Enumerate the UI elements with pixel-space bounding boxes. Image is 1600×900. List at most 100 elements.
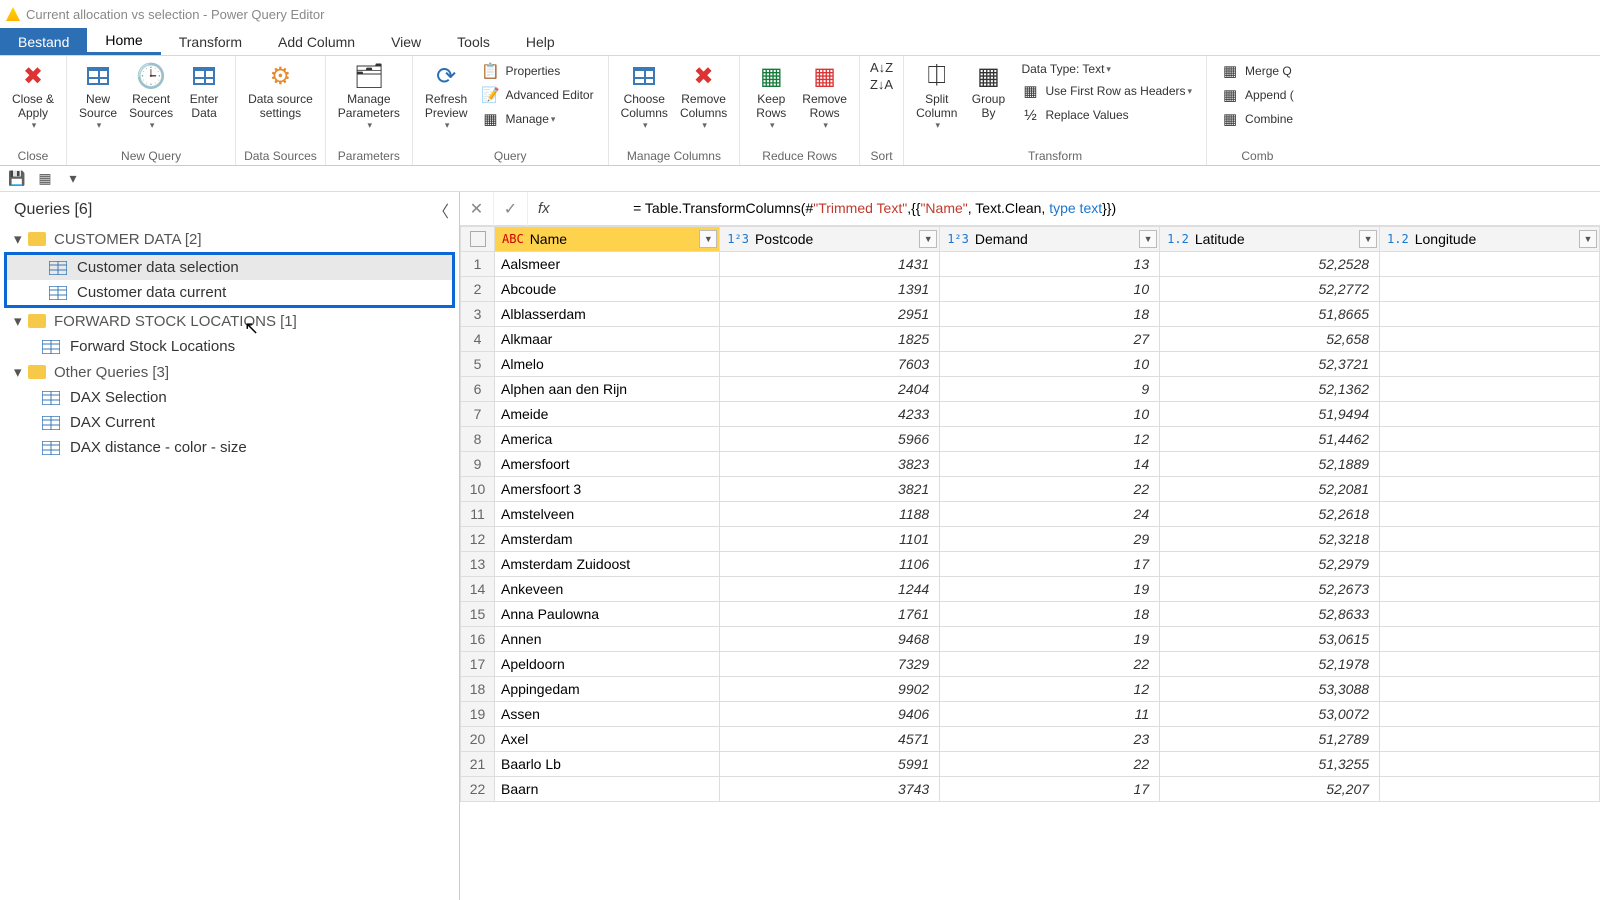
- cell-latitude[interactable]: 52,658: [1160, 327, 1380, 352]
- row-number[interactable]: 21: [461, 752, 495, 777]
- query-group[interactable]: ▾Other Queries [3]: [0, 359, 459, 385]
- row-number[interactable]: 16: [461, 627, 495, 652]
- first-row-headers-button[interactable]: ▦Use First Row as Headers: [1017, 80, 1196, 102]
- table-row[interactable]: 2Abcoude13911052,2772: [461, 277, 1600, 302]
- cell-latitude[interactable]: 52,2618: [1160, 502, 1380, 527]
- cell-demand[interactable]: 13: [940, 252, 1160, 277]
- cell-name[interactable]: Amstelveen: [495, 502, 720, 527]
- cell-longitude[interactable]: [1380, 577, 1600, 602]
- cell-name[interactable]: Almelo: [495, 352, 720, 377]
- cell-longitude[interactable]: [1380, 627, 1600, 652]
- data-type-dropdown[interactable]: Data Type: Text: [1017, 60, 1196, 78]
- cell-longitude[interactable]: [1380, 752, 1600, 777]
- cell-postcode[interactable]: 9406: [720, 702, 940, 727]
- cell-demand[interactable]: 18: [940, 602, 1160, 627]
- row-number[interactable]: 19: [461, 702, 495, 727]
- row-number[interactable]: 9: [461, 452, 495, 477]
- cell-longitude[interactable]: [1380, 727, 1600, 752]
- cell-longitude[interactable]: [1380, 477, 1600, 502]
- row-number[interactable]: 15: [461, 602, 495, 627]
- cell-postcode[interactable]: 4571: [720, 727, 940, 752]
- cell-latitude[interactable]: 51,4462: [1160, 427, 1380, 452]
- cell-demand[interactable]: 12: [940, 427, 1160, 452]
- cell-name[interactable]: Alphen aan den Rijn: [495, 377, 720, 402]
- cell-postcode[interactable]: 1101: [720, 527, 940, 552]
- row-number[interactable]: 17: [461, 652, 495, 677]
- cell-postcode[interactable]: 2951: [720, 302, 940, 327]
- cell-latitude[interactable]: 53,3088: [1160, 677, 1380, 702]
- cell-postcode[interactable]: 9902: [720, 677, 940, 702]
- table-row[interactable]: 16Annen94681953,0615: [461, 627, 1600, 652]
- cell-demand[interactable]: 23: [940, 727, 1160, 752]
- cell-longitude[interactable]: [1380, 527, 1600, 552]
- cell-demand[interactable]: 11: [940, 702, 1160, 727]
- cell-latitude[interactable]: 53,0615: [1160, 627, 1380, 652]
- cell-demand[interactable]: 17: [940, 777, 1160, 802]
- menu-tab-add-column[interactable]: Add Column: [260, 28, 373, 55]
- cell-latitude[interactable]: 52,1889: [1160, 452, 1380, 477]
- table-row[interactable]: 18Appingedam99021253,3088: [461, 677, 1600, 702]
- cell-name[interactable]: Baarn: [495, 777, 720, 802]
- table-row[interactable]: 21Baarlo Lb59912251,3255: [461, 752, 1600, 777]
- row-number[interactable]: 20: [461, 727, 495, 752]
- table-row[interactable]: 17Apeldoorn73292252,1978: [461, 652, 1600, 677]
- filter-icon[interactable]: ▼: [699, 230, 717, 248]
- cell-postcode[interactable]: 1244: [720, 577, 940, 602]
- menu-tab-tools[interactable]: Tools: [439, 28, 508, 55]
- row-number[interactable]: 3: [461, 302, 495, 327]
- data-source-settings-button[interactable]: ⚙ Data source settings: [242, 58, 319, 122]
- cell-demand[interactable]: 10: [940, 352, 1160, 377]
- table-row[interactable]: 10Amersfoort 338212252,2081: [461, 477, 1600, 502]
- cell-latitude[interactable]: 51,8665: [1160, 302, 1380, 327]
- cell-name[interactable]: Alkmaar: [495, 327, 720, 352]
- column-header-demand[interactable]: 1²3Demand▼: [940, 227, 1160, 252]
- query-item[interactable]: DAX Selection: [0, 385, 459, 410]
- cell-longitude[interactable]: [1380, 377, 1600, 402]
- cell-longitude[interactable]: [1380, 552, 1600, 577]
- query-item[interactable]: Customer data current: [7, 280, 452, 305]
- merge-queries-button[interactable]: ▦Merge Q: [1217, 60, 1298, 82]
- table-row[interactable]: 5Almelo76031052,3721: [461, 352, 1600, 377]
- cell-name[interactable]: Aalsmeer: [495, 252, 720, 277]
- cell-postcode[interactable]: 1761: [720, 602, 940, 627]
- cell-longitude[interactable]: [1380, 427, 1600, 452]
- keep-rows-button[interactable]: ▦ Keep Rows: [746, 58, 796, 133]
- table-row[interactable]: 4Alkmaar18252752,658: [461, 327, 1600, 352]
- column-header-latitude[interactable]: 1.2Latitude▼: [1160, 227, 1380, 252]
- table-row[interactable]: 1Aalsmeer14311352,2528: [461, 252, 1600, 277]
- cell-postcode[interactable]: 1391: [720, 277, 940, 302]
- cell-demand[interactable]: 12: [940, 677, 1160, 702]
- table-row[interactable]: 6Alphen aan den Rijn2404952,1362: [461, 377, 1600, 402]
- column-header-longitude[interactable]: 1.2Longitude▼: [1380, 227, 1600, 252]
- row-number[interactable]: 1: [461, 252, 495, 277]
- cell-postcode[interactable]: 7603: [720, 352, 940, 377]
- column-header-name[interactable]: ABCName▼: [495, 227, 720, 252]
- row-number[interactable]: 6: [461, 377, 495, 402]
- table-row[interactable]: 13Amsterdam Zuidoost11061752,2979: [461, 552, 1600, 577]
- sort-asc-button[interactable]: A↓Z: [870, 60, 893, 75]
- cell-longitude[interactable]: [1380, 502, 1600, 527]
- cell-postcode[interactable]: 1106: [720, 552, 940, 577]
- cell-name[interactable]: Appingedam: [495, 677, 720, 702]
- cell-demand[interactable]: 9: [940, 377, 1160, 402]
- cell-postcode[interactable]: 5991: [720, 752, 940, 777]
- cell-longitude[interactable]: [1380, 602, 1600, 627]
- menu-tab-help[interactable]: Help: [508, 28, 573, 55]
- filter-icon[interactable]: ▼: [919, 230, 937, 248]
- table-row[interactable]: 8America59661251,4462: [461, 427, 1600, 452]
- qat-dropdown-icon[interactable]: ▾: [64, 170, 82, 188]
- row-number[interactable]: 5: [461, 352, 495, 377]
- append-queries-button[interactable]: ▦Append (: [1217, 84, 1298, 106]
- row-number[interactable]: 13: [461, 552, 495, 577]
- row-number[interactable]: 12: [461, 527, 495, 552]
- filter-icon[interactable]: ▼: [1579, 230, 1597, 248]
- properties-button[interactable]: 📋Properties: [478, 60, 598, 82]
- cell-name[interactable]: Alblasserdam: [495, 302, 720, 327]
- filter-icon[interactable]: ▼: [1139, 230, 1157, 248]
- cell-longitude[interactable]: [1380, 677, 1600, 702]
- row-number[interactable]: 4: [461, 327, 495, 352]
- remove-columns-button[interactable]: ✖ Remove Columns: [674, 58, 733, 133]
- table-row[interactable]: 15Anna Paulowna17611852,8633: [461, 602, 1600, 627]
- cell-postcode[interactable]: 9468: [720, 627, 940, 652]
- menu-tab-transform[interactable]: Transform: [161, 28, 260, 55]
